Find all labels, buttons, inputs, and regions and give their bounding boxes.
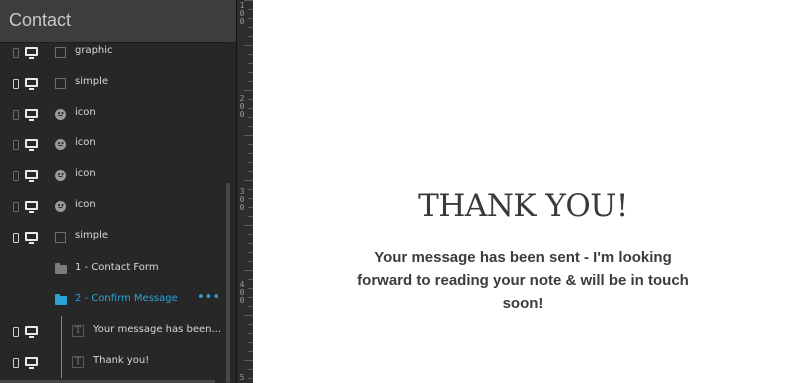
smiley-icon bbox=[55, 139, 66, 150]
layer-label: icon bbox=[75, 107, 96, 118]
mobile-icon[interactable] bbox=[13, 48, 19, 58]
ruler-tick bbox=[244, 90, 253, 91]
layer-row-icon[interactable]: icon bbox=[0, 130, 230, 161]
layer-label: graphic bbox=[75, 45, 113, 56]
layer-row-text-thank-you[interactable]: T Thank you! bbox=[0, 348, 230, 379]
mobile-icon[interactable] bbox=[13, 233, 19, 243]
ruler-divider bbox=[236, 0, 237, 383]
desktop-icon[interactable] bbox=[25, 109, 38, 121]
layer-group-contact-form[interactable]: 1 - Contact Form bbox=[0, 255, 230, 286]
ruler-tick bbox=[244, 135, 253, 136]
ruler-tick bbox=[244, 225, 253, 226]
text-icon: T bbox=[72, 325, 84, 337]
smiley-icon bbox=[55, 201, 66, 212]
desktop-icon[interactable] bbox=[25, 357, 38, 369]
layers-panel: Contact graphic simple icon icon icon ic… bbox=[0, 0, 236, 383]
ruler-tick bbox=[244, 45, 253, 46]
scrollbar-thumb[interactable] bbox=[226, 183, 230, 383]
mobile-icon[interactable] bbox=[13, 79, 19, 89]
ruler-label: 2 0 0 bbox=[239, 94, 245, 119]
desktop-icon[interactable] bbox=[25, 78, 38, 90]
layer-label: icon bbox=[75, 137, 96, 148]
panel-title: Contact bbox=[9, 10, 72, 30]
folder-icon bbox=[55, 263, 67, 274]
layer-label: Your message has been... bbox=[93, 324, 222, 335]
layer-row-icon[interactable]: icon bbox=[0, 192, 230, 223]
ruler-tick bbox=[244, 0, 253, 1]
layer-label: icon bbox=[75, 168, 96, 179]
text-icon: T bbox=[72, 356, 84, 368]
ruler-tick bbox=[244, 180, 253, 181]
mobile-icon[interactable] bbox=[13, 358, 19, 368]
confirmation-message[interactable]: Your message has been sent - I'm looking… bbox=[353, 246, 693, 315]
more-options-icon[interactable]: ••• bbox=[197, 290, 220, 305]
layer-row-icon[interactable]: icon bbox=[0, 100, 230, 131]
desktop-icon[interactable] bbox=[25, 201, 38, 213]
desktop-icon[interactable] bbox=[25, 326, 38, 338]
desktop-icon[interactable] bbox=[25, 47, 38, 59]
desktop-icon[interactable] bbox=[25, 139, 38, 151]
layer-row-text-message[interactable]: T Your message has been... bbox=[0, 317, 230, 348]
ruler-tick bbox=[244, 360, 253, 361]
layer-row-graphic[interactable]: graphic bbox=[0, 38, 230, 69]
mobile-icon[interactable] bbox=[13, 110, 19, 120]
layer-label: Thank you! bbox=[93, 355, 150, 366]
ruler-label: 3 0 0 bbox=[239, 187, 245, 212]
layer-label: simple bbox=[75, 76, 109, 87]
layer-label: 1 - Contact Form bbox=[75, 262, 159, 273]
mobile-icon[interactable] bbox=[13, 202, 19, 212]
square-icon bbox=[55, 232, 66, 243]
ruler-tick bbox=[244, 315, 253, 316]
ruler-label: 4 0 0 bbox=[239, 280, 245, 305]
square-icon bbox=[55, 47, 66, 58]
folder-open-icon bbox=[55, 294, 67, 305]
layer-row-simple[interactable]: simple bbox=[0, 69, 230, 100]
layer-group-confirm-message[interactable]: 2 - Confirm Message ••• bbox=[0, 286, 230, 317]
mobile-icon[interactable] bbox=[13, 140, 19, 150]
layer-label: 2 - Confirm Message bbox=[75, 293, 178, 304]
desktop-icon[interactable] bbox=[25, 170, 38, 182]
smiley-icon bbox=[55, 109, 66, 120]
panel-header: Contact bbox=[0, 0, 236, 43]
layer-row-icon[interactable]: icon bbox=[0, 161, 230, 192]
ruler-label: 5 bbox=[239, 373, 245, 382]
thank-you-heading[interactable]: THANK YOU! bbox=[353, 188, 693, 224]
vertical-ruler: 1 0 0 2 0 0 3 0 0 4 0 0 5 bbox=[236, 0, 253, 383]
smiley-icon bbox=[55, 170, 66, 181]
ruler-label: 1 0 0 bbox=[239, 1, 245, 26]
design-canvas[interactable]: THANK YOU! Your message has been sent - … bbox=[253, 0, 800, 383]
desktop-icon[interactable] bbox=[25, 232, 38, 244]
ruler-tick bbox=[244, 270, 253, 271]
layer-row-simple[interactable]: simple bbox=[0, 223, 230, 254]
layer-label: simple bbox=[75, 230, 109, 241]
mobile-icon[interactable] bbox=[13, 171, 19, 181]
layer-label: icon bbox=[75, 199, 96, 210]
square-icon bbox=[55, 78, 66, 89]
mobile-icon[interactable] bbox=[13, 327, 19, 337]
